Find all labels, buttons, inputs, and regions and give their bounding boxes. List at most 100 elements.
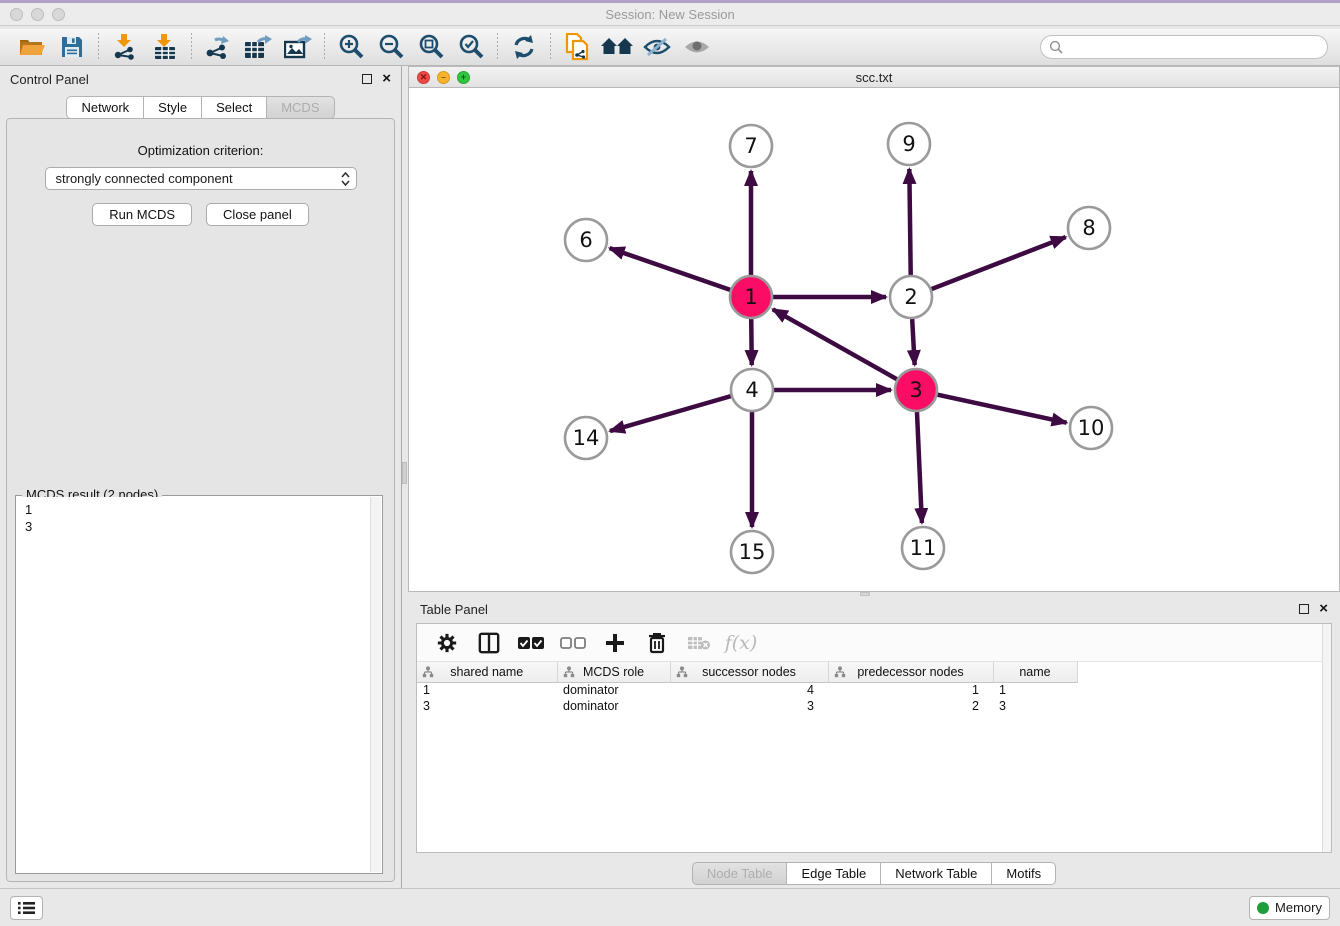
network-minimize-button[interactable]: – [437,71,450,84]
graph-node-8[interactable]: 8 [1068,207,1110,249]
tab-network[interactable]: Network [66,96,144,119]
graph-node-9[interactable]: 9 [888,123,930,165]
vertical-splitter[interactable] [401,66,408,888]
graph-node-3[interactable]: 3 [895,369,937,411]
table-settings-gear-icon[interactable] [433,629,461,657]
network-close-button[interactable]: ✕ [417,71,430,84]
cell-shared-name[interactable]: 3 [417,698,557,714]
task-history-button[interactable] [10,896,43,920]
home-icon[interactable] [597,32,637,62]
zoom-in-icon[interactable] [331,32,371,62]
float-panel-icon[interactable] [362,74,372,84]
close-table-panel-icon[interactable]: × [1319,604,1328,614]
float-table-panel-icon[interactable] [1299,604,1309,614]
graph-edge-1-6[interactable] [610,248,731,290]
graph-node-6[interactable]: 6 [565,219,607,261]
graph-node-2[interactable]: 2 [890,276,932,318]
export-image-icon[interactable] [278,32,318,62]
task-list-icon [18,901,35,915]
optimization-criterion-label: Optimization criterion: [7,143,394,158]
svg-text:9: 9 [902,132,915,156]
cell-mcds-role[interactable]: dominator [557,682,670,698]
network-maximize-button[interactable]: + [457,71,470,84]
result-scrollbar[interactable] [370,497,381,872]
column-header-shared-name[interactable]: shared name [417,662,557,682]
tab-style[interactable]: Style [144,96,202,119]
memory-button[interactable]: Memory [1249,896,1330,920]
cell-name[interactable]: 3 [993,698,1077,714]
clone-network-icon[interactable] [557,32,597,62]
control-panel-title: Control Panel [10,72,89,87]
graph-node-4[interactable]: 4 [731,369,773,411]
mcds-result-list[interactable]: 1 3 [17,497,381,872]
search-field[interactable] [1040,35,1328,59]
graph-edge-4-14[interactable] [610,396,731,431]
tab-edge-table[interactable]: Edge Table [787,862,881,885]
graph-edge-3-1[interactable] [773,309,897,379]
run-mcds-button[interactable]: Run MCDS [92,203,192,226]
toolbar-separator [98,33,99,61]
network-window-titlebar[interactable]: ✕ – + scc.txt [408,66,1340,88]
select-stepper-icon [341,172,350,186]
graph-edge-2-3[interactable] [912,319,914,365]
create-column-icon[interactable] [601,629,629,657]
cell-successor-nodes[interactable]: 4 [670,682,828,698]
column-header-predecessor-nodes[interactable]: predecessor nodes [828,662,993,682]
table-row[interactable]: 1 dominator 4 1 1 [417,682,1077,698]
graph-node-7[interactable]: 7 [730,125,772,167]
criterion-select[interactable]: strongly connected component [45,167,357,190]
cell-successor-nodes[interactable]: 3 [670,698,828,714]
refresh-layout-icon[interactable] [504,32,544,62]
cell-mcds-role[interactable]: dominator [557,698,670,714]
tab-mcds[interactable]: MCDS [267,96,334,119]
search-input[interactable] [1064,40,1319,54]
node-table: shared name MCDS role successor nodes pr… [417,662,1078,714]
delete-column-trash-icon[interactable] [643,629,671,657]
export-table-icon[interactable] [238,32,278,62]
export-network-icon[interactable] [198,32,238,62]
hierarchy-icon [422,666,434,678]
graph-edge-3-10[interactable] [937,395,1066,423]
control-panel: Control Panel × Network Style Select MCD… [0,66,402,888]
tab-network-table[interactable]: Network Table [881,862,992,885]
zoom-fit-icon[interactable] [411,32,451,62]
network-window-title: scc.txt [409,70,1339,85]
tab-motifs[interactable]: Motifs [992,862,1056,885]
import-table-icon[interactable] [145,32,185,62]
toolbar-separator [497,33,498,61]
graph-node-11[interactable]: 11 [902,527,944,569]
cell-shared-name[interactable]: 1 [417,682,557,698]
column-header-successor-nodes[interactable]: successor nodes [670,662,828,682]
close-panel-icon[interactable]: × [382,74,391,84]
import-network-icon[interactable] [105,32,145,62]
graph-node-15[interactable]: 15 [731,531,773,573]
table-row[interactable]: 3 dominator 3 2 3 [417,698,1077,714]
graph-edge-2-8[interactable] [932,237,1066,289]
deselect-all-columns-icon[interactable] [559,629,587,657]
close-panel-button[interactable]: Close panel [206,203,309,226]
hide-selected-icon[interactable] [637,32,677,62]
table-scrollbar[interactable] [1322,624,1331,852]
graph-node-10[interactable]: 10 [1070,407,1112,449]
graph-node-1[interactable]: 1 [730,276,772,318]
column-header-name[interactable]: name [993,662,1077,682]
graph-edge-3-11[interactable] [917,412,922,523]
graph-edge-2-9[interactable] [909,169,910,275]
toolbar-separator [550,33,551,61]
open-session-icon[interactable] [12,32,52,62]
network-canvas[interactable]: 1 2 3 4 6 7 8 9 10 11 14 15 [408,88,1340,592]
cell-predecessor-nodes[interactable]: 1 [828,682,993,698]
tab-select[interactable]: Select [202,96,267,119]
cell-predecessor-nodes[interactable]: 2 [828,698,993,714]
column-header-mcds-role[interactable]: MCDS role [557,662,670,682]
cell-name[interactable]: 1 [993,682,1077,698]
show-column-panel-icon[interactable] [475,629,503,657]
save-session-icon[interactable] [52,32,92,62]
show-all-icon[interactable] [677,32,717,62]
tab-node-table[interactable]: Node Table [692,862,788,885]
network-view-window: ✕ – + scc.txt 1 2 3 4 6 7 8 9 10 11 14 15 [408,66,1340,592]
graph-node-14[interactable]: 14 [565,417,607,459]
select-all-columns-icon[interactable] [517,629,545,657]
zoom-selected-icon[interactable] [451,32,491,62]
zoom-out-icon[interactable] [371,32,411,62]
